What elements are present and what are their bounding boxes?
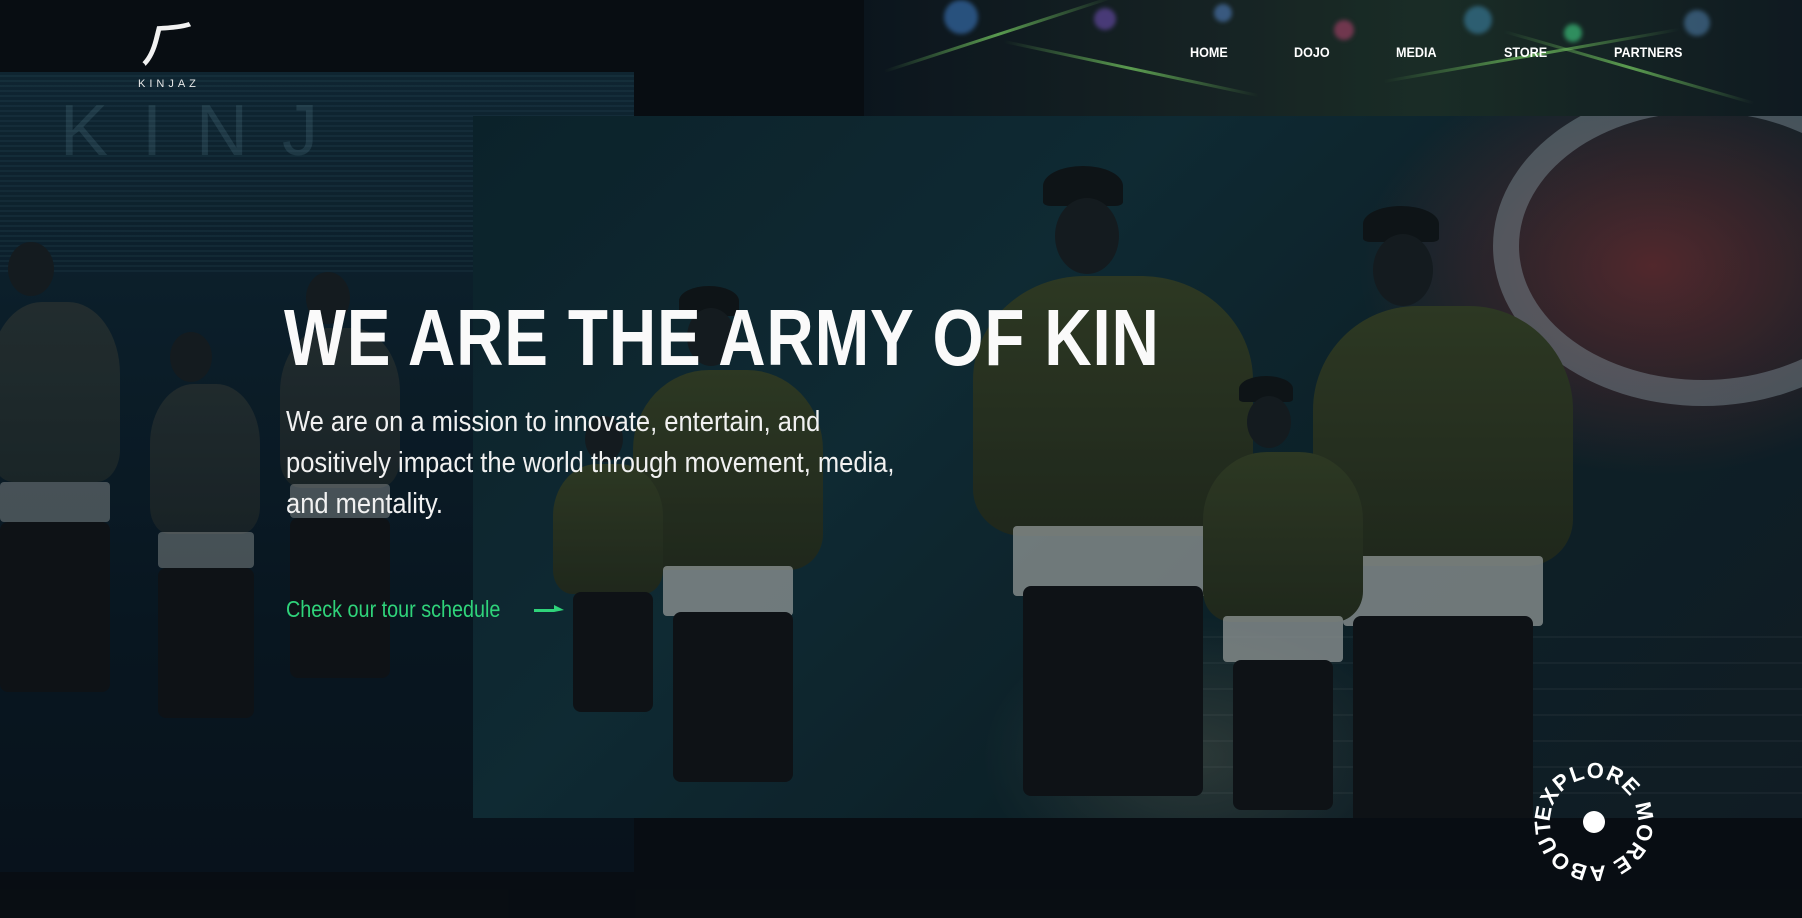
hero-headline: WE ARE THE ARMY OF KIN	[284, 293, 1160, 382]
nav-media[interactable]: MEDIA	[1396, 44, 1437, 60]
nav-store[interactable]: STORE	[1504, 44, 1547, 60]
kinjaz-logo[interactable]: ⺁ KINJAZ	[134, 22, 214, 92]
hero-section: KINJ ⺁ KINJAZ HOME DOJO MEDIA STORE PART…	[0, 0, 1802, 918]
brand-name: KINJAZ	[138, 78, 200, 90]
tour-schedule-link[interactable]: Check our tour schedule	[286, 596, 564, 623]
nav-partners[interactable]: PARTNERS	[1614, 44, 1682, 60]
circle-dot-icon	[1583, 811, 1605, 833]
explore-more-badge[interactable]: EXPLORE MORE ABOUT US	[1524, 740, 1658, 886]
nav-dojo[interactable]: DOJO	[1294, 44, 1330, 60]
tour-schedule-label: Check our tour schedule	[286, 596, 501, 622]
arrow-right-icon	[534, 604, 564, 612]
hero-subheadline: We are on a mission to innovate, enterta…	[286, 406, 895, 520]
nav-home[interactable]: HOME	[1190, 44, 1228, 60]
kinjaz-logo-icon: ⺁	[142, 18, 188, 72]
